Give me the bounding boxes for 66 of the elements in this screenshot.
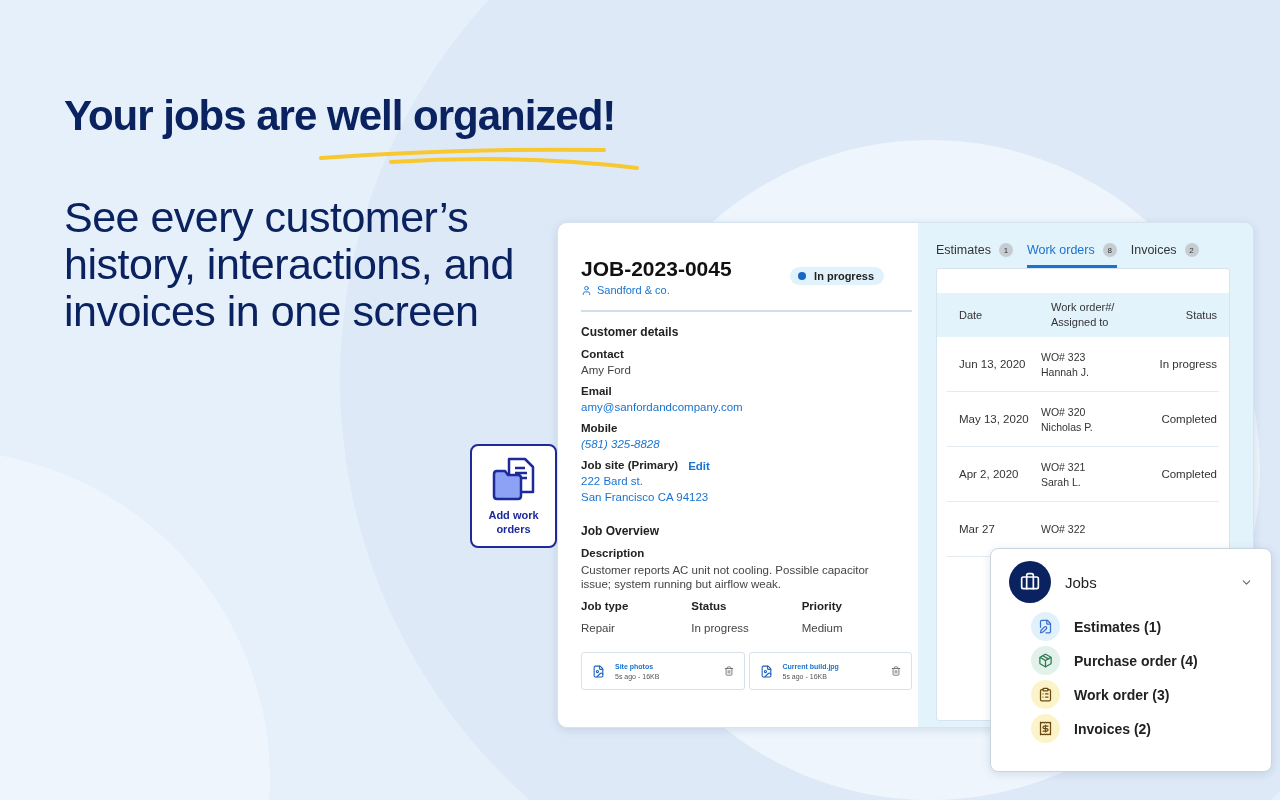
delete-icon[interactable] (723, 666, 734, 676)
menu-item[interactable]: Estimates (1) (1009, 612, 1253, 641)
field-label: Status (691, 599, 728, 614)
folder-document-icon (490, 456, 537, 502)
menu-item[interactable]: Invoices (2) (1009, 714, 1253, 743)
date-cell-text: May 13, 2020 (959, 413, 1030, 425)
subheadline: history, interactions, and (64, 241, 514, 288)
headline: Your jobs are well organized! (64, 92, 617, 140)
tab[interactable]: Estimates 1 (936, 241, 1013, 268)
column-header: Work order#/ Assigned to (1051, 300, 1116, 330)
field-label: Description (581, 546, 646, 561)
field-value: Medium (801, 621, 844, 636)
count-badge: 8 (1102, 243, 1117, 257)
field-label: Priority (801, 599, 843, 614)
field-value: In progress (691, 621, 750, 636)
assignee-name: Hannah J. (1041, 365, 1090, 378)
menu-item[interactable]: Work order (3) (1009, 680, 1253, 709)
status-badge: In progress (790, 267, 884, 285)
order-number: WO# 323 (1041, 350, 1087, 363)
assignee-name: Sarah L. (1041, 475, 1082, 488)
address[interactable]: 222 Bard st. San Francisco CA 94123 (581, 473, 912, 505)
person-icon (581, 284, 592, 296)
subheadline: invoices in one screen (64, 288, 479, 335)
assignee-name: Nicholas P. (1041, 420, 1094, 433)
field-value: Repair (581, 621, 616, 636)
document-pen-icon (1038, 619, 1053, 634)
field-label: Job site (Primary) (581, 458, 679, 473)
image-file-icon (592, 664, 605, 678)
field-value[interactable]: amy@sanfordandcompany.com (581, 399, 912, 415)
count-badge: 2 (1184, 243, 1199, 257)
field-label: Mobile (581, 421, 619, 436)
date-cell-text: Apr 2, 2020 (959, 468, 1020, 480)
section-title: Job Overview (581, 524, 661, 538)
subheadline: See every customer’s (64, 194, 469, 241)
order-number: WO# 321 (1041, 460, 1087, 473)
clipboard-icon (1038, 687, 1053, 702)
status-dot (798, 272, 807, 280)
edit-link[interactable]: Edit (688, 459, 710, 472)
column-header: Status (1184, 307, 1217, 323)
section-title: Customer details (581, 325, 680, 339)
field-value: Amy Ford (581, 363, 632, 378)
package-icon (1038, 653, 1053, 668)
order-number: WO# 320 (1041, 405, 1087, 418)
date-cell-text: Jun 13, 2020 (959, 358, 1027, 370)
status-cell-text: Completed (1160, 468, 1217, 480)
tab[interactable]: Invoices 2 (1130, 241, 1199, 268)
field-label: Job type (581, 599, 630, 614)
field-value[interactable]: (581) 325-8828 (581, 436, 912, 452)
delete-icon[interactable] (891, 666, 901, 676)
date-cell-text: Mar 27 (959, 523, 996, 535)
count-badge: 1 (998, 243, 1013, 257)
menu-item[interactable]: Purchase order (4) (1009, 646, 1253, 675)
briefcase-icon (1009, 561, 1051, 603)
field-label: Contact (581, 347, 625, 362)
description-text: Customer reports AC unit not cooling. Possible capacitor issue; system running but airflow weak. (581, 563, 870, 591)
status-cell-text: In progress (1158, 358, 1217, 370)
image-file-icon (759, 664, 773, 678)
field-label: Email (581, 384, 613, 399)
column-header: Date (959, 307, 984, 323)
status-cell-text: Completed (1160, 413, 1217, 425)
order-number: WO# 322 (1041, 523, 1087, 535)
client-link[interactable]: Sandford & co. (581, 284, 732, 296)
receipt-icon (1038, 721, 1053, 736)
jobs-menu-header[interactable]: Jobs (1009, 561, 1253, 603)
job-id: JOB-2023-0045 (581, 257, 732, 281)
add-work-orders-button[interactable]: Add work orders (470, 444, 557, 548)
